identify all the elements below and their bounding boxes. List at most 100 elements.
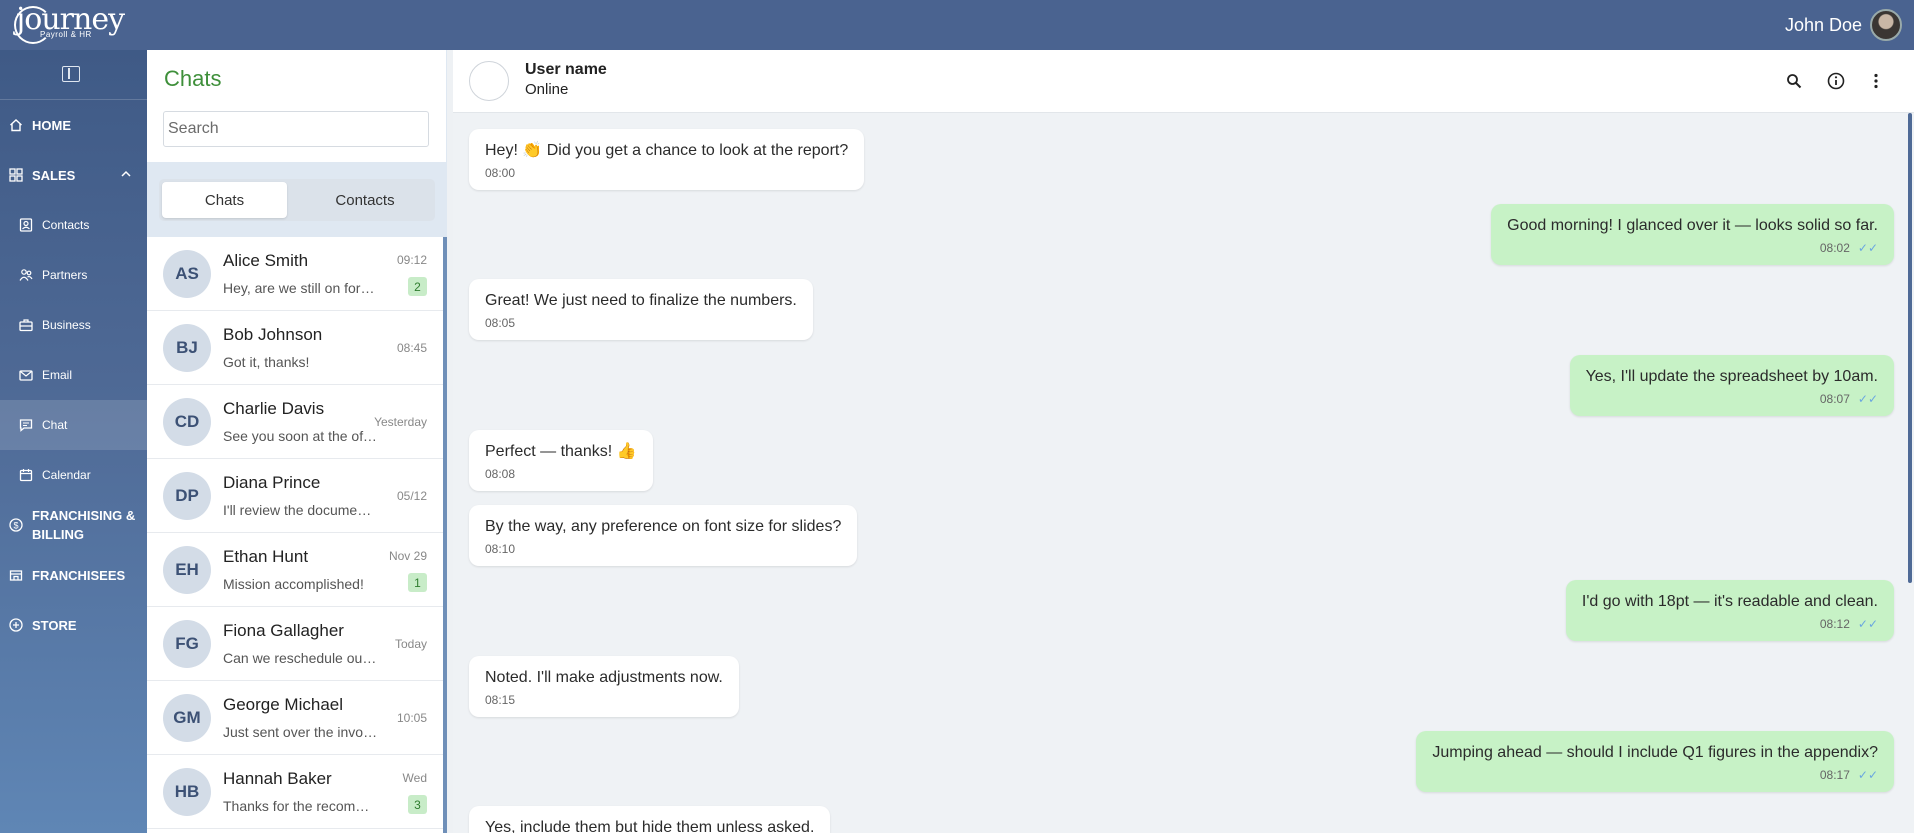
chat-time: Nov 29: [388, 549, 427, 563]
message-time: 08:08: [485, 467, 516, 481]
message-text: Noted. I'll make adjustments now.: [485, 669, 723, 686]
contact-name: User name: [525, 61, 607, 78]
message-outgoing: Jumping ahead — should I include Q1 figu…: [1416, 731, 1894, 792]
app-logo[interactable]: journey Payroll & HR: [14, 4, 125, 44]
chat-name: Diana Prince: [223, 473, 321, 492]
message-text: Yes, I'll update the spreadsheet by 10am…: [1585, 368, 1878, 385]
contact-avatar[interactable]: [469, 61, 509, 101]
sidebar-item-label: Email: [42, 368, 73, 382]
avatar: FG: [163, 620, 211, 668]
chat-list-item[interactable]: FG Fiona Gallagher Can we reschedule our…: [147, 607, 443, 681]
chat-list-item[interactable]: HB Hannah Baker Thanks for the recommend…: [147, 755, 443, 829]
avatar: AS: [163, 250, 211, 298]
read-check-icon: ✓✓: [1857, 241, 1878, 255]
sidebar-item-label: Business: [42, 318, 91, 332]
conversation-header: User name Online: [453, 50, 1914, 113]
message-text: Jumping ahead — should I include Q1 figu…: [1432, 744, 1878, 761]
avatar: GM: [163, 694, 211, 742]
chat-preview: Just sent over the invoice: [223, 724, 378, 740]
chat-name: Bob Johnson: [223, 325, 323, 344]
message-text: Yes, include them but hide them unless a…: [485, 819, 815, 833]
message-text: By the way, any preference on font size …: [485, 518, 842, 535]
search-icon[interactable]: [1785, 72, 1803, 90]
more-options-icon[interactable]: [1867, 72, 1885, 90]
read-check-icon: ✓✓: [1857, 617, 1878, 631]
message-time: 08:05: [485, 316, 516, 330]
chat-preview: Thanks for the recommendation: [223, 798, 378, 814]
chat-list-scrollbar[interactable]: [443, 237, 447, 833]
svg-text:$: $: [13, 520, 18, 530]
read-check-icon: ✓✓: [1857, 768, 1878, 782]
chat-list-item[interactable]: AS Alice Smith Hey, are we still on for …: [147, 237, 443, 311]
tab-contacts[interactable]: Contacts: [300, 182, 430, 218]
sidebar-item-franchisees[interactable]: FRANCHISEES: [0, 550, 147, 600]
sidebar-item-label: Calendar: [42, 468, 91, 482]
unread-badge: 3: [408, 795, 427, 814]
message-time: 08:07: [1819, 392, 1850, 406]
message-incoming: Hey! 👏 Did you get a chance to look at t…: [469, 129, 865, 190]
chat-list-item[interactable]: EH Ethan Hunt Mission accomplished! Nov …: [147, 533, 443, 607]
sidebar-item-home[interactable]: HOME: [0, 100, 147, 150]
chat-list-item[interactable]: DP Diana Prince I'll review the document…: [147, 459, 443, 533]
message-outgoing: Good morning! I glanced over it — looks …: [1491, 204, 1894, 265]
chat-search-box[interactable]: [163, 111, 429, 147]
store-icon: [8, 568, 23, 583]
chat-search-input[interactable]: [164, 112, 428, 146]
home-icon: [8, 118, 23, 133]
chat-preview: Got it, thanks!: [223, 354, 310, 370]
chat-name: Charlie Davis: [223, 399, 325, 418]
chat-preview: Hey, are we still on for lunch?: [223, 280, 378, 296]
conversation-pane: User name Online Hey! 👏 Did you get a ch…: [453, 50, 1914, 833]
chat-preview: See you soon at the office: [223, 428, 378, 444]
message-text: Hey! 👏 Did you get a chance to look at t…: [485, 142, 849, 159]
info-icon[interactable]: [1827, 72, 1845, 90]
sidebar-item-store[interactable]: STORE: [0, 600, 147, 650]
grid-icon: [8, 168, 23, 183]
message-text: Good morning! I glanced over it — looks …: [1507, 217, 1878, 234]
chat-time: Today: [394, 637, 427, 651]
chat-list-panel: Chats Chats Contacts AS Alice Smith Hey,…: [147, 50, 447, 833]
sidebar-item-chat[interactable]: Chat: [0, 400, 147, 450]
tab-chats[interactable]: Chats: [162, 182, 287, 218]
chevron-up-icon[interactable]: [121, 169, 131, 181]
chat-icon: [18, 418, 33, 433]
user-avatar[interactable]: [1870, 9, 1902, 41]
chat-list-item[interactable]: BJ Bob Johnson Got it, thanks! 08:45: [147, 311, 443, 385]
dollar-icon: $: [8, 518, 23, 533]
chat-tabs: Chats Contacts: [159, 179, 435, 221]
top-bar: journey Payroll & HR John Doe: [0, 0, 1914, 50]
contact-status: Online: [525, 81, 569, 98]
message-incoming: By the way, any preference on font size …: [469, 505, 858, 566]
sidebar-item-label: STORE: [32, 617, 77, 633]
sidebar-item-business[interactable]: Business: [0, 300, 147, 350]
sidebar-item-sales[interactable]: SALES: [0, 150, 147, 200]
sidebar-item-email[interactable]: Email: [0, 350, 147, 400]
message-outgoing: I'd go with 18pt — it's readable and cle…: [1565, 580, 1894, 641]
unread-badge: 2: [408, 277, 427, 296]
sidebar: HOME SALES Contacts Partners Business Em…: [0, 50, 147, 833]
chat-list-item[interactable]: CD Charlie Davis See you soon at the off…: [147, 385, 443, 459]
message-list: Hey! 👏 Did you get a chance to look at t…: [453, 113, 1914, 833]
chat-preview: Can we reschedule our call?: [223, 650, 378, 666]
sidebar-item-calendar[interactable]: Calendar: [0, 450, 147, 500]
sidebar-item-contacts[interactable]: Contacts: [0, 200, 147, 250]
chat-time: 09:12: [396, 253, 427, 267]
unread-badge: 1: [408, 573, 427, 592]
user-name[interactable]: John Doe: [1785, 15, 1862, 36]
message-text: I'd go with 18pt — it's readable and cle…: [1581, 593, 1878, 610]
sidebar-item-franchising-billing[interactable]: $ FRANCHISING & BILLING: [0, 500, 147, 550]
chat-time: Yesterday: [374, 415, 427, 429]
chats-title: Chats: [164, 66, 222, 91]
message-time: 08:10: [485, 542, 516, 556]
message-incoming: Yes, include them but hide them unless a…: [469, 806, 831, 833]
sidebar-item-label: SALES: [32, 167, 76, 183]
conversation-scrollbar[interactable]: [1908, 113, 1912, 583]
sidebar-collapse-icon[interactable]: [62, 66, 80, 82]
message-text: Great! We just need to finalize the numb…: [485, 292, 797, 309]
sidebar-item-label: Chat: [42, 418, 68, 432]
sidebar-item-partners[interactable]: Partners: [0, 250, 147, 300]
chat-list-item[interactable]: GM George Michael Just sent over the inv…: [147, 681, 443, 755]
chat-name: Ethan Hunt: [223, 547, 309, 566]
chat-time: Wed: [402, 771, 427, 785]
mail-icon: [18, 368, 33, 383]
